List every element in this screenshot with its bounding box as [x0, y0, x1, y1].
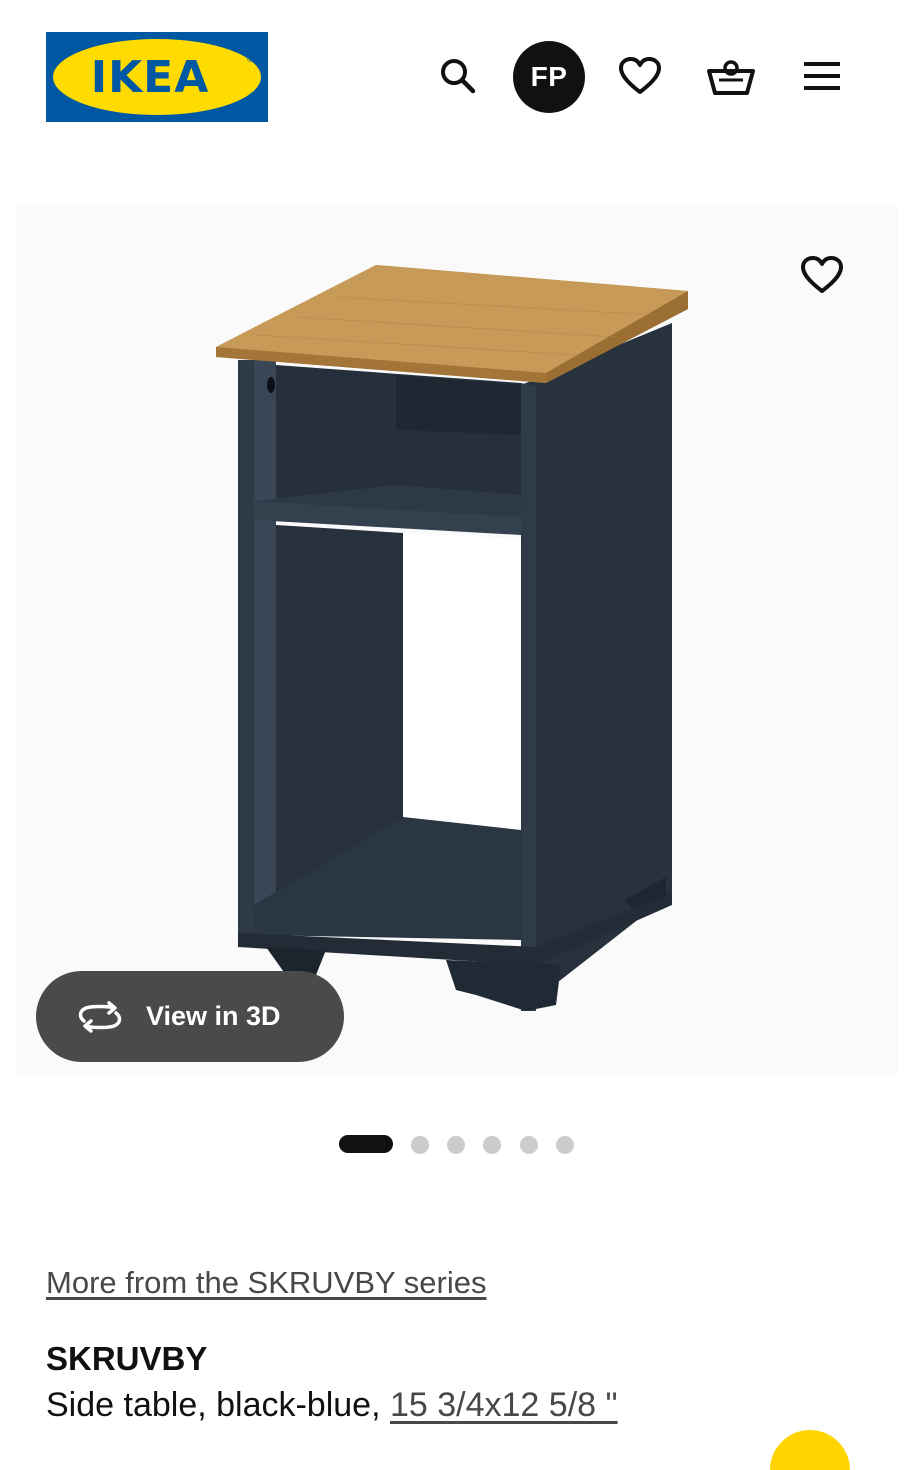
user-avatar[interactable]: FP	[513, 41, 585, 113]
add-to-favourites-button[interactable]	[779, 232, 865, 318]
product-name: SKRUVBY	[46, 1340, 208, 1377]
view-in-3d-button[interactable]: View in 3D	[36, 971, 344, 1062]
search-icon[interactable]	[422, 40, 494, 112]
svg-text:IKEA: IKEA	[91, 52, 210, 103]
product-image	[216, 265, 688, 1011]
slide-indicator-1[interactable]	[339, 1135, 393, 1153]
menu-icon[interactable]	[786, 40, 858, 112]
heart-icon	[801, 256, 843, 293]
floating-action-button[interactable]	[770, 1430, 850, 1470]
heart-icon[interactable]	[604, 40, 676, 112]
site-header: IKEA ® FP	[0, 0, 914, 150]
product-description-text: Side table, black-blue,	[46, 1386, 390, 1424]
product-description: Side table, black-blue, 15 3/4x12 5/8 "	[46, 1386, 618, 1425]
svg-text:®: ®	[246, 55, 255, 65]
gallery-pagination	[0, 1133, 914, 1155]
product-dimensions-link[interactable]: 15 3/4x12 5/8 "	[390, 1386, 618, 1424]
series-link[interactable]: More from the SKRUVBY series	[46, 1265, 486, 1301]
slide-indicator-6[interactable]	[556, 1136, 574, 1154]
view-in-3d-label: View in 3D	[146, 1001, 281, 1031]
ikea-logo[interactable]: IKEA ®	[46, 32, 268, 122]
basket-icon[interactable]	[695, 40, 767, 112]
slide-indicator-2[interactable]	[411, 1136, 429, 1154]
slide-indicator-4[interactable]	[483, 1136, 501, 1154]
slide-indicator-3[interactable]	[447, 1136, 465, 1154]
product-gallery[interactable]	[16, 205, 898, 1075]
rotate-3d-icon	[76, 1000, 126, 1034]
slide-indicator-5[interactable]	[520, 1136, 538, 1154]
